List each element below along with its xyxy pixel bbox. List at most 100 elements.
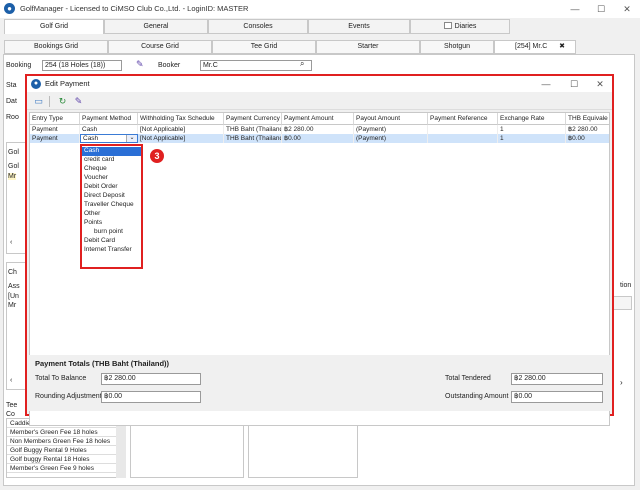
- minimize-icon[interactable]: —: [568, 2, 582, 16]
- list-item[interactable]: Member's Green Fee 18 holes: [7, 428, 125, 437]
- col-payment-method[interactable]: Payment Method: [80, 113, 138, 125]
- cell-payout-amount: (Payment): [354, 125, 428, 134]
- right-column-fragment: tion: [620, 282, 632, 289]
- tab-course-grid[interactable]: Course Grid: [108, 40, 212, 54]
- tab-general[interactable]: General: [104, 19, 208, 34]
- charges-row[interactable]: Mr: [8, 302, 16, 309]
- search-booker-icon[interactable]: ⌕: [300, 59, 304, 69]
- option-voucher[interactable]: Voucher: [82, 174, 141, 183]
- cell-thb-equivalent: ฿2 280.00: [566, 125, 609, 134]
- list-item[interactable]: Golf buggy Rental 18 Holes: [7, 455, 125, 464]
- tab-golf-grid[interactable]: Golf Grid: [4, 19, 104, 34]
- refresh-icon[interactable]: ↻: [57, 96, 68, 107]
- cell-withholding-tax[interactable]: [Not Applicable]: [138, 125, 224, 134]
- booker-field[interactable]: Mr.C: [200, 60, 312, 71]
- golfer-row[interactable]: Mr: [8, 173, 17, 180]
- total-to-balance-field: ฿2 280.00: [101, 373, 201, 385]
- rounding-adjustment-label: Rounding Adjustment: [35, 393, 102, 400]
- cell-withholding-tax[interactable]: [Not Applicable]: [138, 134, 224, 143]
- golfers-header: Gol: [8, 149, 19, 156]
- payment-method-combo[interactable]: Cash ⌄: [80, 134, 138, 143]
- fee-list-scrollbar[interactable]: [116, 418, 126, 478]
- charges-col: Ass: [8, 283, 20, 290]
- fee-extra-panel: [248, 418, 358, 478]
- diary-icon: [443, 22, 452, 29]
- cell-currency[interactable]: THB Baht (Thailand): [224, 134, 282, 143]
- cell-thb-equivalent: ฿0.00: [566, 134, 609, 143]
- option-cash[interactable]: Cash: [82, 147, 141, 156]
- col-payment-currency[interactable]: Payment Currency: [224, 113, 282, 125]
- app-logo-icon: ●: [4, 3, 15, 14]
- table-row[interactable]: Payment Cash ⌄ [Not Applicable] THB Baht…: [30, 134, 609, 143]
- cell-payment-reference[interactable]: [428, 134, 498, 143]
- maximize-icon[interactable]: ☐: [594, 2, 608, 16]
- tab-diaries-label: Diaries: [454, 23, 477, 30]
- total-tendered-field: ฿2 280.00: [511, 373, 603, 385]
- cell-entry-type: Payment: [30, 134, 80, 143]
- tab-shotgun[interactable]: Shotgun: [420, 40, 494, 54]
- start-label: Sta: [6, 82, 17, 89]
- option-direct-deposit[interactable]: Direct Deposit: [82, 192, 141, 201]
- dialog-close-icon[interactable]: ✕: [593, 77, 607, 91]
- new-document-icon[interactable]: ▭: [33, 96, 44, 107]
- col-payout-amount[interactable]: Payout Amount: [354, 113, 428, 125]
- col-withholding-tax[interactable]: Withholding Tax Schedule: [138, 113, 224, 125]
- option-points[interactable]: Points: [82, 219, 141, 228]
- col-entry-type[interactable]: Entry Type: [30, 113, 80, 125]
- cell-payment-method[interactable]: Cash: [80, 125, 138, 134]
- edit-booking-icon[interactable]: ✎: [136, 59, 144, 70]
- list-item[interactable]: Non Members Green Fee 18 holes: [7, 437, 125, 446]
- payment-method-dropdown: Cash credit card Cheque Voucher Debit Or…: [80, 144, 143, 269]
- cell-payment-amount[interactable]: ฿0.00: [282, 134, 354, 143]
- col-payment-reference[interactable]: Payment Reference: [428, 113, 498, 125]
- dialog-app-icon: ●: [31, 79, 41, 89]
- outstanding-amount-field: ฿0.00: [511, 391, 603, 403]
- list-item[interactable]: Golf Buggy Rental 9 Holes: [7, 446, 125, 455]
- option-credit-card[interactable]: credit card: [82, 156, 141, 165]
- cell-currency[interactable]: THB Baht (Thailand): [224, 125, 282, 134]
- option-other[interactable]: Other: [82, 210, 141, 219]
- outstanding-amount-label: Outstanding Amount: [445, 393, 509, 400]
- option-debit-order[interactable]: Debit Order: [82, 183, 141, 192]
- charges-unassigned: [Un: [8, 293, 19, 300]
- dialog-title: Edit Payment: [45, 79, 90, 88]
- list-item[interactable]: Member's Green Fee 9 holes: [7, 464, 125, 473]
- tee-label: Tee: [6, 402, 18, 409]
- cell-payment-amount[interactable]: ฿2 280.00: [282, 125, 354, 134]
- option-internet-transfer[interactable]: Internet Transfer: [82, 246, 141, 255]
- tab-close-icon[interactable]: ✖: [559, 41, 565, 53]
- option-cheque[interactable]: Cheque: [82, 165, 141, 174]
- room-label: Roo: [6, 114, 19, 121]
- cell-exchange-rate: 1: [498, 134, 566, 143]
- payment-totals-section: Payment Totals (THB Baht (Thailand)) Tot…: [29, 355, 610, 411]
- col-payment-amount[interactable]: Payment Amount: [282, 113, 354, 125]
- close-icon[interactable]: ✕: [620, 2, 634, 16]
- cell-payment-reference[interactable]: [428, 125, 498, 134]
- scroll-left-icon[interactable]: ‹: [10, 239, 12, 246]
- dialog-minimize-icon[interactable]: —: [539, 77, 553, 91]
- scroll-right-icon[interactable]: ›: [620, 378, 623, 387]
- col-exchange-rate[interactable]: Exchange Rate: [498, 113, 566, 125]
- scroll-left-icon-2[interactable]: ‹: [10, 377, 12, 384]
- tab-events[interactable]: Events: [308, 19, 410, 34]
- option-traveller-cheque[interactable]: Traveller Cheque: [82, 201, 141, 210]
- cell-exchange-rate: 1: [498, 125, 566, 134]
- table-row[interactable]: Payment Cash [Not Applicable] THB Baht (…: [30, 125, 609, 134]
- option-debit-card[interactable]: Debit Card: [82, 237, 141, 246]
- rounding-adjustment-field[interactable]: ฿0.00: [101, 391, 201, 403]
- tab-booking-label: [254] Mr.C: [515, 43, 548, 50]
- dialog-maximize-icon[interactable]: ☐: [567, 77, 581, 91]
- tab-bookings-grid[interactable]: Bookings Grid: [4, 40, 108, 54]
- tab-starter[interactable]: Starter: [316, 40, 420, 54]
- cell-entry-type: Payment: [30, 125, 80, 134]
- booking-field[interactable]: 254 (18 Holes (18)): [42, 60, 122, 71]
- option-burn-point[interactable]: burn point: [82, 228, 141, 237]
- edit-icon[interactable]: ✎: [73, 96, 84, 107]
- col-thb-equivalent[interactable]: THB Equivale: [566, 113, 609, 125]
- tab-tee-grid[interactable]: Tee Grid: [212, 40, 316, 54]
- booking-label: Booking: [6, 62, 32, 69]
- tab-booking-mr-c[interactable]: [254] Mr.C ✖: [494, 40, 576, 54]
- tab-diaries[interactable]: Diaries: [410, 19, 510, 34]
- chevron-down-icon[interactable]: ⌄: [126, 135, 137, 142]
- tab-consoles[interactable]: Consoles: [208, 19, 308, 34]
